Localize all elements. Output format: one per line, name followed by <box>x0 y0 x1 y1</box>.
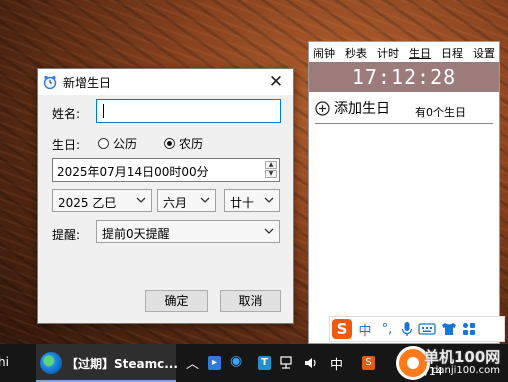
mic-icon[interactable] <box>400 321 414 337</box>
birthday-count: 有0个生日 <box>415 106 466 119</box>
tab-settings[interactable]: 设置 <box>473 45 495 61</box>
dialog-title: 新增生日 <box>63 76 112 90</box>
ime-toolbar: S 中 °, <box>329 316 505 342</box>
spin-down-icon[interactable]: ▼ <box>265 170 277 178</box>
tab-stopwatch[interactable]: 秒表 <box>345 45 367 61</box>
name-label: 姓名: <box>52 107 81 121</box>
volume-icon[interactable] <box>304 356 320 370</box>
text-caret <box>103 104 104 118</box>
datetime-spinner[interactable]: ▲ ▼ <box>265 161 277 179</box>
reminder-select[interactable]: 提前0天提醒 <box>96 220 280 243</box>
widget-tab-bar: 闹钟 秒表 计时 生日 日程 设置 <box>309 42 499 62</box>
spin-up-icon[interactable]: ▲ <box>265 161 277 169</box>
chevron-down-icon <box>136 197 146 203</box>
shirt-icon[interactable] <box>440 322 458 336</box>
year-select[interactable]: 2025 乙巳 <box>52 189 152 212</box>
taskbar-active-label: 【过期】Steamc... <box>66 357 178 371</box>
day-select-value: 廿十 <box>230 196 255 210</box>
day-select[interactable]: 廿十 <box>224 189 280 212</box>
tray-ime-indicator[interactable]: 中 <box>330 354 343 373</box>
sogou-tray-icon[interactable]: S <box>362 356 375 370</box>
divider <box>315 123 493 124</box>
plus-circle-icon <box>315 100 330 116</box>
chevron-down-icon <box>264 228 274 234</box>
year-select-value: 2025 乙巳 <box>58 196 117 210</box>
tab-birthday[interactable]: 生日 <box>409 45 431 61</box>
close-button[interactable]: ✕ <box>265 71 287 93</box>
watermark-logo: 单机100网 danji100.com <box>376 346 508 382</box>
eye-tray-icon[interactable]: ◉ <box>230 353 242 369</box>
radio-lunar-label: 农历 <box>179 137 204 151</box>
add-birthday-label: 添加生日 <box>334 101 390 117</box>
radio-solar[interactable]: 公历 <box>98 135 137 152</box>
keyboard-icon[interactable] <box>418 322 436 336</box>
watermark-subtitle: danji100.com <box>432 365 500 376</box>
clock-app-icon <box>43 75 57 89</box>
cancel-button[interactable]: 取消 <box>220 290 281 312</box>
tab-alarm[interactable]: 闹钟 <box>313 45 335 61</box>
month-select-value: 六月 <box>163 196 188 210</box>
datetime-value: 2025年07月14日00时00分 <box>57 165 209 179</box>
edge-browser-icon <box>40 352 62 374</box>
birthday-widget: 闹钟 秒表 计时 生日 日程 设置 17:12:28 添加生日 有0个生日 <box>308 41 500 344</box>
taskbar-item-partial[interactable]: hi <box>0 355 9 369</box>
tray-overflow-icon[interactable]: ︿ <box>186 353 199 372</box>
add-birthday-button[interactable]: 添加生日 <box>315 98 390 118</box>
reminder-label: 提醒: <box>52 228 81 242</box>
name-input[interactable] <box>96 99 281 123</box>
ok-button[interactable]: 确定 <box>145 290 208 312</box>
ime-punctuation[interactable]: °, <box>378 322 396 337</box>
sogou-logo-icon[interactable]: S <box>332 319 352 339</box>
radio-solar-indicator <box>98 138 109 149</box>
ime-language[interactable]: 中 <box>356 320 374 339</box>
network-icon[interactable] <box>280 356 296 370</box>
tray-app-icon[interactable]: ▸ <box>208 356 221 370</box>
birthday-label: 生日: <box>52 138 81 152</box>
reminder-select-value: 提前0天提醒 <box>102 227 170 241</box>
add-birthday-dialog: 新增生日 ✕ 姓名: 生日: 公历 农历 2025年07月14日00时00分 ▲… <box>37 68 294 324</box>
radio-lunar[interactable]: 农历 <box>164 135 203 152</box>
chevron-down-icon <box>200 197 210 203</box>
chevron-down-icon <box>264 197 274 203</box>
radio-lunar-indicator <box>164 138 175 149</box>
radio-solar-label: 公历 <box>113 137 138 151</box>
text-tray-icon[interactable]: T <box>258 356 271 370</box>
clock-display: 17:12:28 <box>309 62 499 92</box>
apps-icon[interactable] <box>462 322 476 336</box>
dialog-titlebar[interactable]: 新增生日 ✕ <box>38 69 293 95</box>
tab-timer[interactable]: 计时 <box>377 45 399 61</box>
month-select[interactable]: 六月 <box>157 189 216 212</box>
watermark-title: 单机100网 <box>424 348 501 366</box>
datetime-picker[interactable]: 2025年07月14日00时00分 ▲ ▼ <box>52 158 280 182</box>
tab-schedule[interactable]: 日程 <box>441 45 463 61</box>
